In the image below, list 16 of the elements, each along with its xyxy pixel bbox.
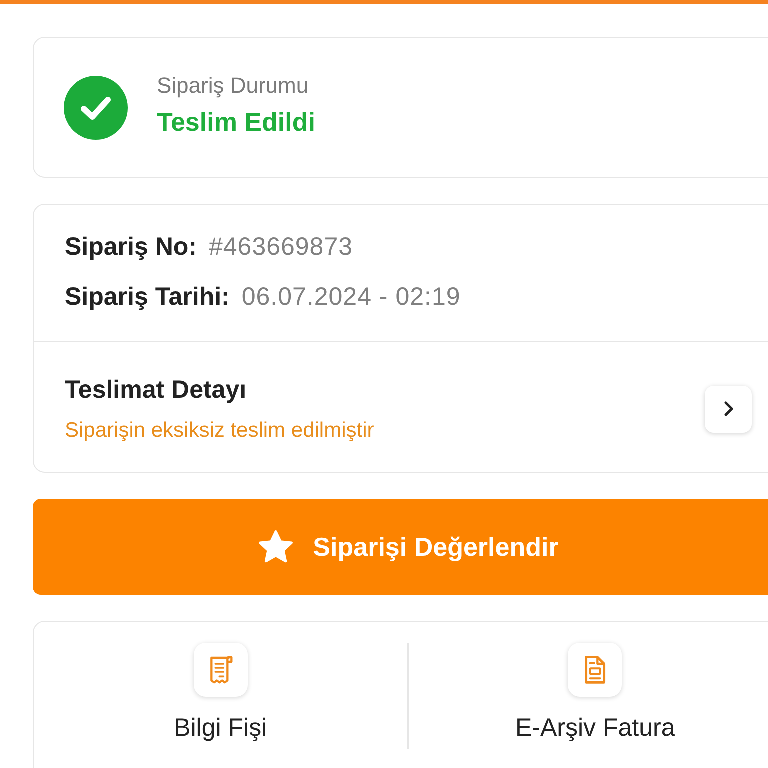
field-label: Sipariş Tarihi:	[65, 283, 230, 312]
delivery-detail-button[interactable]	[705, 386, 752, 432]
document-button[interactable]: Bilgi Fişi	[34, 643, 408, 743]
field-value: 06.07.2024 - 02:19	[242, 283, 461, 312]
field-label: Sipariş No:	[65, 233, 197, 262]
status-value: Teslim Edildi	[157, 107, 316, 138]
field-value: #463669873	[208, 233, 354, 262]
delivery-note: Siparişin eksiksiz teslim edilmiştir	[65, 418, 376, 442]
delivery-title: Teslimat Detayı	[65, 376, 248, 404]
document-icon	[568, 643, 622, 697]
document-button[interactable]: E-Arşiv Fatura	[408, 643, 768, 743]
check-circle-icon	[64, 76, 128, 140]
chevron-right-icon	[724, 401, 734, 417]
receipt-icon	[194, 643, 248, 697]
status-label: Sipariş Durumu	[157, 73, 310, 99]
star-icon	[257, 528, 296, 566]
